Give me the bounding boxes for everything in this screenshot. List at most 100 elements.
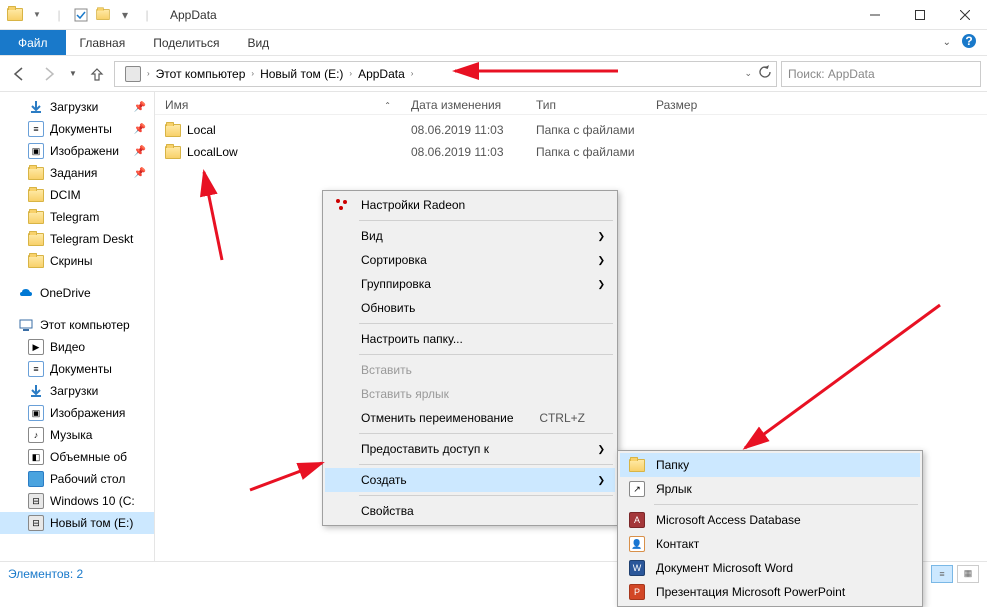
sidebar-item-downloads[interactable]: Загрузки📌	[0, 96, 154, 118]
ribbon: Файл Главная Поделиться Вид ⌄ ?	[0, 30, 987, 56]
search-input[interactable]: Поиск: AppData	[781, 61, 981, 87]
sidebar: Загрузки📌 ≡Документы📌 ▣Изображени📌 Задан…	[0, 92, 155, 561]
column-date[interactable]: Дата изменения	[411, 98, 536, 112]
shortcut-icon: ↗	[628, 480, 646, 498]
navbar: ▼ › Этот компьютер › Новый том (E:) › Ap…	[0, 56, 987, 92]
sidebar-item-images[interactable]: ▣Изображени📌	[0, 140, 154, 162]
svg-text:?: ?	[965, 34, 972, 48]
back-button[interactable]	[6, 61, 32, 87]
sidebar-item-videos[interactable]: ▶Видео	[0, 336, 154, 358]
view-details-button[interactable]: ≡	[931, 565, 953, 583]
menu-refresh[interactable]: Обновить	[325, 296, 615, 320]
qat-folder-small-icon[interactable]	[94, 6, 112, 24]
sidebar-item-telegram-desktop[interactable]: Telegram Deskt	[0, 228, 154, 250]
refresh-icon[interactable]	[758, 65, 772, 82]
qat-check-icon[interactable]	[72, 6, 90, 24]
sidebar-item-dcim[interactable]: DCIM	[0, 184, 154, 206]
menu-properties[interactable]: Свойства	[325, 499, 615, 523]
maximize-button[interactable]	[897, 0, 942, 30]
sidebar-item-downloads2[interactable]: Загрузки	[0, 380, 154, 402]
menu-view[interactable]: Вид❯	[325, 224, 615, 248]
chevron-right-icon: ❯	[597, 475, 605, 486]
help-icon[interactable]: ?	[961, 33, 977, 52]
sidebar-item-music[interactable]: ♪Музыка	[0, 424, 154, 446]
sidebar-item-documents2[interactable]: ≡Документы	[0, 358, 154, 380]
sidebar-item-thispc[interactable]: Этот компьютер	[0, 314, 154, 336]
chevron-right-icon: ❯	[597, 231, 605, 242]
column-type[interactable]: Тип	[536, 98, 656, 112]
qat-divider2: |	[138, 6, 156, 24]
tab-file[interactable]: Файл	[0, 30, 66, 55]
sidebar-item-desktop[interactable]: Рабочий стол	[0, 468, 154, 490]
menu-create[interactable]: Создать❯	[325, 468, 615, 492]
crumb-drive-icon[interactable]	[119, 62, 147, 86]
file-row[interactable]: LocalLow 08.06.2019 11:03 Папка с файлам…	[155, 141, 987, 163]
radeon-icon	[333, 196, 351, 214]
close-button[interactable]	[942, 0, 987, 30]
address-dropdown-icon[interactable]: ⌄	[744, 68, 752, 79]
pin-icon: 📌	[134, 102, 146, 113]
pin-icon: 📌	[134, 168, 146, 179]
tab-view[interactable]: Вид	[233, 30, 283, 55]
sidebar-item-screenshots[interactable]: Скрины	[0, 250, 154, 272]
titlebar: ▼ | ▾ | AppData	[0, 0, 987, 30]
crumb-volume[interactable]: Новый том (E:)	[254, 62, 349, 86]
folder-icon	[628, 456, 646, 474]
chevron-right-icon: ❯	[597, 255, 605, 266]
sidebar-item-documents[interactable]: ≡Документы📌	[0, 118, 154, 140]
menu-undo[interactable]: Отменить переименованиеCTRL+Z	[325, 406, 615, 430]
sidebar-item-telegram[interactable]: Telegram	[0, 206, 154, 228]
context-menu: Настройки Radeon Вид❯ Сортировка❯ Группи…	[322, 190, 618, 526]
tab-home[interactable]: Главная	[66, 30, 140, 55]
recent-dropdown[interactable]: ▼	[66, 61, 80, 87]
submenu-contact[interactable]: 👤Контакт	[620, 532, 920, 556]
submenu-access[interactable]: AMicrosoft Access Database	[620, 508, 920, 532]
chevron-right-icon: ❯	[597, 279, 605, 290]
folder-app-icon	[6, 6, 24, 24]
submenu-folder[interactable]: Папку	[620, 453, 920, 477]
sidebar-item-onedrive[interactable]: OneDrive	[0, 282, 154, 304]
tab-share[interactable]: Поделиться	[139, 30, 233, 55]
menu-group[interactable]: Группировка❯	[325, 272, 615, 296]
sidebar-item-drive-e[interactable]: ⊟Новый том (E:)	[0, 512, 154, 534]
menu-customize[interactable]: Настроить папку...	[325, 327, 615, 351]
chevron-right-icon: ❯	[597, 444, 605, 455]
pin-icon: 📌	[134, 146, 146, 157]
word-icon: W	[628, 559, 646, 577]
sidebar-item-3dobjects[interactable]: ◧Объемные об	[0, 446, 154, 468]
menu-radeon[interactable]: Настройки Radeon	[325, 193, 615, 217]
contact-icon: 👤	[628, 535, 646, 553]
qat-divider: |	[50, 6, 68, 24]
file-row[interactable]: Local 08.06.2019 11:03 Папка с файлами	[155, 119, 987, 141]
create-submenu: Папку ↗Ярлык AMicrosoft Access Database …	[617, 450, 923, 607]
address-bar[interactable]: › Этот компьютер › Новый том (E:) › AppD…	[114, 61, 777, 87]
status-count: Элементов: 2	[8, 567, 83, 581]
pin-icon: 📌	[134, 124, 146, 135]
sidebar-item-tasks[interactable]: Задания📌	[0, 162, 154, 184]
column-size[interactable]: Размер	[656, 98, 736, 112]
column-headers[interactable]: Имя⌃ Дата изменения Тип Размер	[155, 92, 987, 115]
forward-button[interactable]	[36, 61, 62, 87]
crumb-appdata[interactable]: AppData	[352, 62, 411, 86]
qat-dropdown-icon[interactable]: ▼	[28, 6, 46, 24]
window-title: AppData	[170, 8, 217, 22]
submenu-ppt[interactable]: PПрезентация Microsoft PowerPoint	[620, 580, 920, 604]
folder-icon	[165, 146, 181, 159]
view-icons-button[interactable]: ▦	[957, 565, 979, 583]
up-button[interactable]	[84, 61, 110, 87]
minimize-button[interactable]	[852, 0, 897, 30]
menu-sort[interactable]: Сортировка❯	[325, 248, 615, 272]
menu-share[interactable]: Предоставить доступ к❯	[325, 437, 615, 461]
sidebar-item-drive-c[interactable]: ⊟Windows 10 (C:	[0, 490, 154, 512]
qat-equals-icon[interactable]: ▾	[116, 6, 134, 24]
crumb-thispc[interactable]: Этот компьютер	[150, 62, 252, 86]
folder-icon	[165, 124, 181, 137]
powerpoint-icon: P	[628, 583, 646, 601]
ribbon-expand-icon[interactable]: ⌄	[943, 37, 951, 48]
submenu-word[interactable]: WДокумент Microsoft Word	[620, 556, 920, 580]
column-name[interactable]: Имя⌃	[161, 98, 411, 112]
sidebar-item-images2[interactable]: ▣Изображения	[0, 402, 154, 424]
menu-paste-shortcut: Вставить ярлык	[325, 382, 615, 406]
menu-paste: Вставить	[325, 358, 615, 382]
submenu-shortcut[interactable]: ↗Ярлык	[620, 477, 920, 501]
